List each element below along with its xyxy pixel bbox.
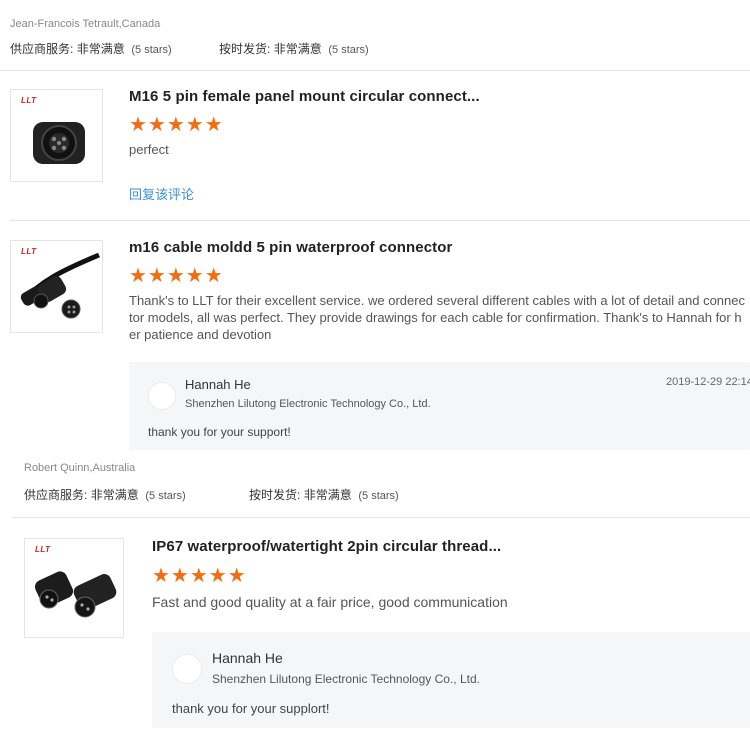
service-stars: (5 stars) <box>131 44 172 56</box>
avatar <box>148 382 176 410</box>
service-value: 非常满意 <box>90 488 139 502</box>
service-stars: (5 stars) <box>145 490 186 502</box>
divider <box>10 220 750 221</box>
divider <box>12 517 750 518</box>
avatar <box>172 654 202 684</box>
delivery-rating: 按时发货: 非常满意 (5 stars) <box>249 486 399 503</box>
service-value: 非常满意 <box>76 42 125 56</box>
cable-image <box>20 252 100 319</box>
delivery-label: 按时发货: <box>249 488 301 502</box>
star-rating: ★★★★★ <box>129 265 224 287</box>
service-rating: 供应商服务: 非常满意 (5 stars) <box>24 486 186 503</box>
reply-author: Hannah He <box>185 377 251 392</box>
connector-image <box>34 571 117 618</box>
product-thumbnail[interactable]: LLT <box>10 89 103 182</box>
service-rating: 供应商服务: 非常满意 (5 stars) <box>10 40 172 57</box>
reply-company: Shenzhen Lilutong Electronic Technology … <box>212 672 480 686</box>
reply-to-review-link[interactable]: 回复该评论 <box>129 184 194 203</box>
comment-line: tor models, all was perfect. They provid… <box>129 310 742 325</box>
star-rating: ★★★★★ <box>152 565 247 587</box>
review-comment: Thank's to LLT for their excellent servi… <box>129 292 750 343</box>
service-label: 供应商服务: <box>10 42 74 56</box>
product-thumbnail[interactable]: LLT <box>24 538 124 638</box>
reviewer-name: Jean-Francois Tetrault,Canada <box>10 18 161 30</box>
delivery-rating: 按时发货: 非常满意 (5 stars) <box>219 40 369 57</box>
comment-line: Thank's to LLT for their excellent servi… <box>129 293 745 308</box>
delivery-value: 非常满意 <box>273 42 322 56</box>
reply-company: Shenzhen Lilutong Electronic Technology … <box>185 398 431 410</box>
product-title[interactable]: m16 cable moldd 5 pin waterproof connect… <box>129 239 452 256</box>
review-comment: Fast and good quality at a fair price, g… <box>152 594 508 610</box>
star-rating: ★★★★★ <box>129 114 224 136</box>
product-title[interactable]: IP67 waterproof/watertight 2pin circular… <box>152 538 501 555</box>
connector-image <box>33 122 85 164</box>
product-thumbnail[interactable]: LLT <box>10 240 103 333</box>
delivery-label: 按时发货: <box>219 42 271 56</box>
divider <box>0 70 750 71</box>
delivery-stars: (5 stars) <box>358 490 399 502</box>
reviewer-name: Robert Quinn,Australia <box>24 462 136 474</box>
delivery-value: 非常满意 <box>303 488 352 502</box>
product-title[interactable]: M16 5 pin female panel mount circular co… <box>129 88 480 105</box>
comment-line: er patience and devotion <box>129 327 272 342</box>
reply-text: thank you for your support! <box>148 425 291 439</box>
review-comment: perfect <box>129 142 169 157</box>
service-label: 供应商服务: <box>24 488 88 502</box>
reply-text: thank you for your supplort! <box>172 701 330 716</box>
reply-author: Hannah He <box>212 650 283 666</box>
seller-reply: Hannah He Shenzhen Lilutong Electronic T… <box>129 362 750 450</box>
delivery-stars: (5 stars) <box>328 44 369 56</box>
reply-date: 2019-12-29 22:14 <box>666 376 750 388</box>
seller-reply: Hannah He Shenzhen Lilutong Electronic T… <box>152 632 750 728</box>
